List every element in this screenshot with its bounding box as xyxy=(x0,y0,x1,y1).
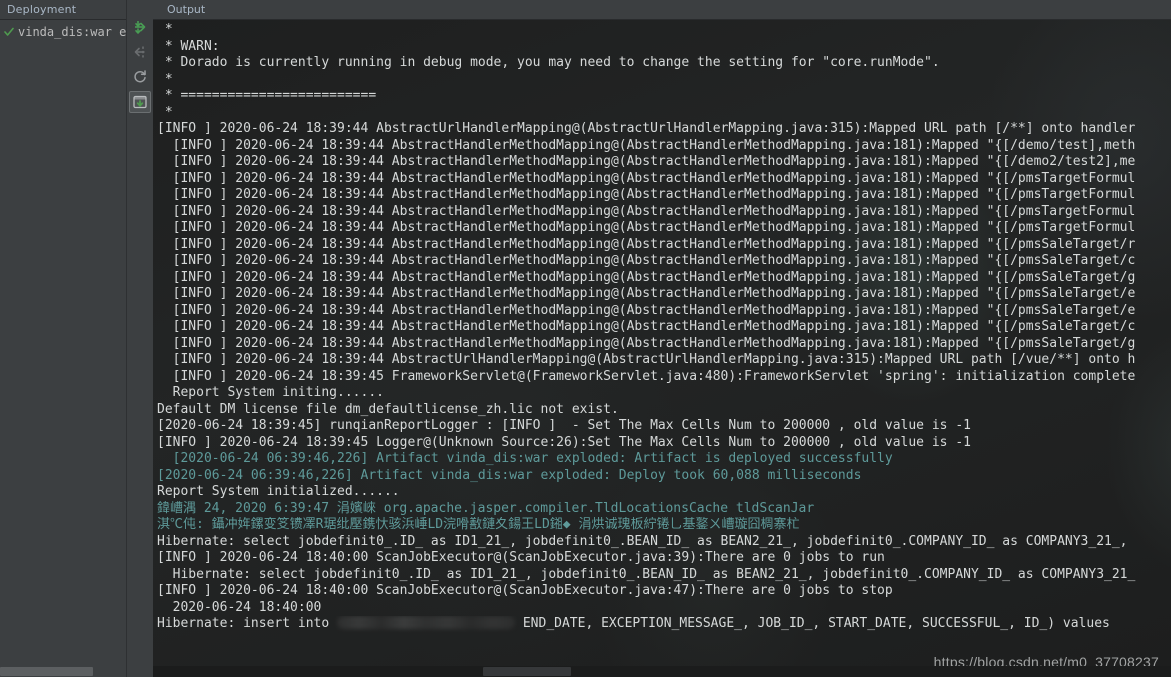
console-line: [INFO ] 2020-06-24 18:39:44 AbstractHand… xyxy=(157,220,1136,235)
console-line: Hibernate: insert into END_DATE, EXCEPTI… xyxy=(157,616,1171,633)
console-line: [INFO ] 2020-06-24 18:39:45 FrameworkSer… xyxy=(157,368,1136,384)
console-line: * ========================= xyxy=(157,88,377,103)
deployment-panel: Deployment vinda_dis:war ex xyxy=(0,0,126,677)
console-line: Report System initing...... xyxy=(157,385,384,400)
console-line: [INFO ] 2020-06-24 18:39:44 AbstractHand… xyxy=(157,203,1136,219)
console-line: Hibernate: select jobdefinit0_.ID_ as ID… xyxy=(157,566,1136,582)
console-line: [INFO ] 2020-06-24 18:39:44 AbstractHand… xyxy=(157,302,1136,318)
console-line: [INFO ] 2020-06-24 18:39:44 AbstractHand… xyxy=(157,269,1136,285)
console-line: [INFO ] 2020-06-24 18:39:44 AbstractHand… xyxy=(157,170,1136,186)
output-panel: Output * * WARN: * Dorado is currently r… xyxy=(153,0,1171,677)
output-tab-label[interactable]: Output xyxy=(167,3,205,16)
console-line: Report System initialized...... xyxy=(157,484,400,499)
console-line: [INFO ] 2020-06-24 18:39:44 AbstractHand… xyxy=(157,137,1136,153)
console-line: 鍏嶆湡 24, 2020 6:39:47 涓嬪崍 org.apache.jasp… xyxy=(157,500,815,516)
console-line: [INFO ] 2020-06-24 18:39:44 AbstractHand… xyxy=(157,253,1136,268)
console-hscrollbar[interactable] xyxy=(153,666,1171,677)
scroll-to-end-button[interactable] xyxy=(129,91,151,113)
console-line: * Dorado is currently running in debug m… xyxy=(157,55,940,70)
deployment-toolbar xyxy=(126,0,153,677)
console-line: [2020-06-24 06:39:46,226] Artifact vinda… xyxy=(157,451,893,466)
console-output[interactable]: * * WARN: * Dorado is currently running … xyxy=(153,20,1171,677)
console-line: [INFO ] 2020-06-24 18:40:00 ScanJobExecu… xyxy=(157,583,893,598)
console-line: [INFO ] 2020-06-24 18:39:44 AbstractHand… xyxy=(157,236,1136,252)
console-line: 2020-06-24 18:40:00 xyxy=(157,599,322,615)
console-line: * xyxy=(157,22,173,37)
console-line: 淇℃伅: 鑷冲姩鏍变笅镄凙R琚纰壓鎸忕骇浜崜LD浣嗗敾鏈夊鍚王LD鎺◆ 涓烘诚瑰… xyxy=(157,517,800,532)
green-check-icon xyxy=(4,27,14,37)
idea-deployment-window: Deployment vinda_dis:war ex Output * * W… xyxy=(0,0,1171,677)
console-line: [INFO ] 2020-06-24 18:40:00 ScanJobExecu… xyxy=(157,550,885,565)
undeploy-button[interactable] xyxy=(129,41,151,63)
console-line: [2020-06-24 06:39:46,226] Artifact vinda… xyxy=(157,467,862,483)
console-line: [INFO ] 2020-06-24 18:39:44 AbstractUrlH… xyxy=(157,352,1136,367)
console-log-lines: * * WARN: * Dorado is currently running … xyxy=(153,20,1171,633)
deployment-tab-bar: Deployment xyxy=(0,0,126,20)
deployment-tab-label[interactable]: Deployment xyxy=(7,3,76,16)
redeploy-refresh-button[interactable] xyxy=(129,66,151,88)
tree-row[interactable]: vinda_dis:war ex xyxy=(0,22,126,42)
console-line: * xyxy=(157,104,173,120)
deployment-tree[interactable]: vinda_dis:war ex xyxy=(0,20,126,677)
console-line: * WARN: xyxy=(157,38,220,54)
console-line: [INFO ] 2020-06-24 18:39:44 AbstractHand… xyxy=(157,187,1136,202)
deploy-button[interactable] xyxy=(129,16,151,38)
console-line: [INFO ] 2020-06-24 18:39:44 AbstractHand… xyxy=(157,335,1136,351)
console-line: Hibernate: select jobdefinit0_.ID_ as ID… xyxy=(157,533,1128,549)
console-line: [2020-06-24 18:39:45] runqianReportLogge… xyxy=(157,418,971,433)
output-tab-bar: Output xyxy=(153,0,1171,20)
deployment-hscrollbar[interactable] xyxy=(0,666,126,677)
console-line: [INFO ] 2020-06-24 18:39:44 AbstractHand… xyxy=(157,286,1136,301)
console-line-suffix: END_DATE, EXCEPTION_MESSAGE_, JOB_ID_, S… xyxy=(515,616,1110,631)
deployment-hscrollbar-thumb[interactable] xyxy=(0,667,93,676)
console-line: [INFO ] 2020-06-24 18:39:44 AbstractHand… xyxy=(157,154,1136,169)
console-line: [INFO ] 2020-06-24 18:39:44 AbstractHand… xyxy=(157,319,1136,334)
tree-row-label: vinda_dis:war ex xyxy=(18,25,126,39)
console-line: * xyxy=(157,71,173,87)
console-line: [INFO ] 2020-06-24 18:39:45 Logger@(Unkn… xyxy=(157,434,971,450)
console-line: Default DM license file dm_defaultlicens… xyxy=(157,401,619,417)
console-line-prefix: Hibernate: insert into xyxy=(157,616,338,631)
redacted-text-block xyxy=(337,616,516,629)
console-line: [INFO ] 2020-06-24 18:39:44 AbstractUrlH… xyxy=(157,121,1136,136)
console-hscrollbar-thumb[interactable] xyxy=(483,667,571,676)
